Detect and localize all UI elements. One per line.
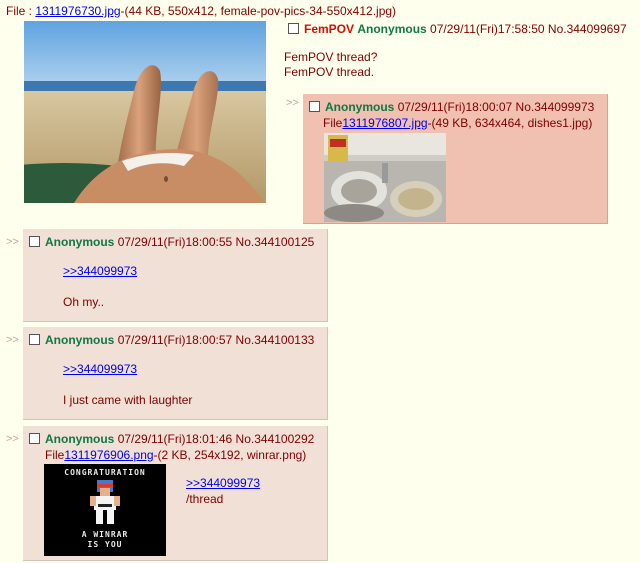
- reply-message: Oh my..: [63, 295, 105, 309]
- reply-post-344100133: Anonymous 07/29/11(Fri)18:00:57 No.34410…: [23, 327, 328, 420]
- op-file-prefix: File :: [6, 4, 36, 18]
- reply-header: Anonymous 07/29/11(Fri)18:00:55 No.34410…: [29, 235, 314, 249]
- reply-header: Anonymous 07/29/11(Fri)18:00:57 No.34410…: [29, 333, 314, 347]
- reply-file-link[interactable]: 1311976906.png: [64, 448, 153, 462]
- op-message-line-2: FemPOV thread.: [284, 65, 375, 79]
- reply-post-344099973: Anonymous 07/29/11(Fri)18:00:07 No.34409…: [303, 94, 608, 224]
- reply-datetime: 07/29/11(Fri)18:00:55: [117, 235, 233, 249]
- reply-poster-name: Anonymous: [45, 432, 115, 446]
- reply-file-info: File1311976906.png-(2 KB, 254x192, winra…: [45, 448, 306, 462]
- reply-image-thumbnail[interactable]: CONGRATURATION A WINRAR IS YOU: [44, 464, 166, 556]
- reply-file-link[interactable]: 1311976807.jpg: [342, 116, 427, 130]
- reply-file-prefix: File: [45, 448, 65, 462]
- op-image-thumbnail[interactable]: [24, 21, 266, 203]
- reply-post-number[interactable]: No.344100292: [236, 432, 315, 446]
- op-poster-name: Anonymous: [357, 22, 427, 36]
- op-file-details: -(44 KB, 550x412, female-pov-pics-34-550…: [120, 4, 397, 18]
- reply-select-checkbox[interactable]: [29, 334, 40, 345]
- reply-message: I just came with laughter: [63, 393, 193, 407]
- op-message: FemPOV thread? FemPOV thread.: [284, 50, 377, 80]
- reply-image-thumbnail[interactable]: [324, 133, 446, 222]
- op-datetime: 07/29/11(Fri)17:58:50: [430, 22, 545, 36]
- reply-quote-link[interactable]: >>344099973: [63, 362, 137, 376]
- reply-post-number[interactable]: No.344099973: [516, 100, 595, 114]
- reply-arrow: >>: [6, 334, 19, 346]
- reply-post-number[interactable]: No.344100125: [236, 235, 315, 249]
- reply-quote-link[interactable]: >>344099973: [63, 264, 137, 278]
- reply-select-checkbox[interactable]: [29, 236, 40, 247]
- reply-post-344100292: Anonymous 07/29/11(Fri)18:01:46 No.34410…: [23, 426, 328, 561]
- op-message-line-1: FemPOV thread?: [284, 50, 378, 64]
- reply-poster-name: Anonymous: [45, 333, 115, 347]
- winrar-image-top-text: CONGRATURATION: [64, 468, 146, 477]
- reply-file-details: -(2 KB, 254x192, winrar.png): [153, 448, 307, 462]
- reply-post-344100125: Anonymous 07/29/11(Fri)18:00:55 No.34410…: [23, 229, 328, 322]
- reply-quote-link[interactable]: >>344099973: [186, 476, 260, 490]
- reply-file-prefix: File: [323, 116, 343, 130]
- reply-post-number[interactable]: No.344100133: [236, 333, 315, 347]
- reply-arrow: >>: [6, 236, 19, 248]
- reply-select-checkbox[interactable]: [29, 433, 40, 444]
- op-subject: FemPOV: [304, 22, 355, 36]
- reply-datetime: 07/29/11(Fri)18:00:57: [117, 333, 233, 347]
- op-file-link[interactable]: 1311976730.jpg: [35, 4, 120, 18]
- reply-header: Anonymous 07/29/11(Fri)18:01:46 No.34410…: [29, 432, 314, 446]
- reply-datetime: 07/29/11(Fri)18:01:46: [117, 432, 233, 446]
- reply-arrow: >>: [286, 97, 299, 109]
- winrar-image-bottom-line-2: IS YOU: [87, 540, 123, 549]
- winrar-image-bottom-text: A WINRAR IS YOU: [44, 530, 166, 550]
- winrar-image-bottom-line-1: A WINRAR: [81, 530, 129, 539]
- reply-message: /thread: [186, 492, 224, 506]
- op-select-checkbox[interactable]: [288, 23, 299, 34]
- reply-datetime: 07/29/11(Fri)18:00:07: [397, 100, 513, 114]
- reply-poster-name: Anonymous: [45, 235, 115, 249]
- op-header: FemPOV Anonymous 07/29/11(Fri)17:58:50 N…: [288, 22, 627, 36]
- reply-arrow: >>: [6, 433, 19, 445]
- reply-file-details: -(49 KB, 634x464, dishes1.jpg): [427, 116, 593, 130]
- reply-poster-name: Anonymous: [325, 100, 395, 114]
- reply-header: Anonymous 07/29/11(Fri)18:00:07 No.34409…: [309, 100, 594, 114]
- op-post-number[interactable]: No.344099697: [548, 22, 627, 36]
- op-file-info: File : 1311976730.jpg-(44 KB, 550x412, f…: [6, 4, 396, 18]
- pixel-fighter-icon: [90, 480, 120, 524]
- reply-select-checkbox[interactable]: [309, 101, 320, 112]
- reply-file-info: File1311976807.jpg-(49 KB, 634x464, dish…: [323, 116, 592, 130]
